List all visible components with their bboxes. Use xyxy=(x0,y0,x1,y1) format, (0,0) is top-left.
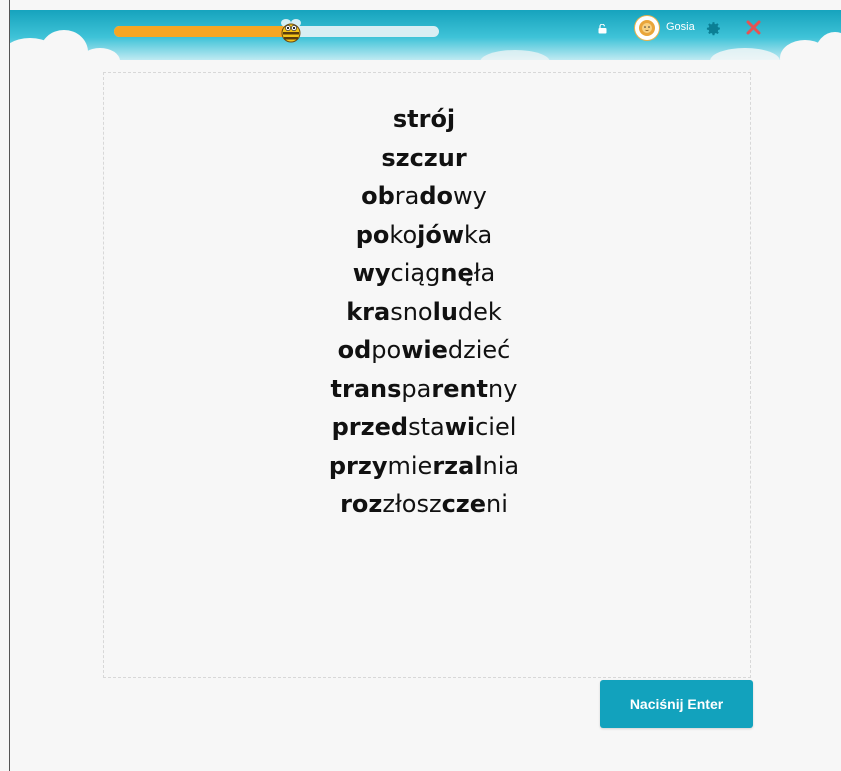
bold-syllable: do xyxy=(419,182,454,210)
word-item: obradowy xyxy=(0,177,841,216)
word-item: pokojówka xyxy=(0,216,841,255)
bold-syllable: cze xyxy=(441,490,487,518)
word-item: rozzłoszczeni xyxy=(0,485,841,524)
bold-syllable: po xyxy=(355,220,390,249)
plain-syllable: ni xyxy=(486,490,508,518)
plain-syllable: ny xyxy=(488,374,518,403)
bold-syllable: przy xyxy=(328,451,388,480)
plain-syllable: ko xyxy=(389,220,418,249)
word-item: przedstawiciel xyxy=(0,408,841,447)
word-item: wyciągnęła xyxy=(0,254,841,293)
plain-syllable: sno xyxy=(390,297,433,326)
lion-avatar-icon xyxy=(639,20,655,36)
bold-syllable: wy xyxy=(352,259,391,287)
plain-syllable: ra xyxy=(394,182,420,210)
progress-fill xyxy=(114,26,290,37)
word-item: krasnoludek xyxy=(0,293,841,332)
cloud-decoration xyxy=(815,32,841,60)
close-icon[interactable] xyxy=(746,20,761,35)
plain-syllable: dzieć xyxy=(447,336,511,364)
bold-syllable: nę xyxy=(440,259,474,287)
bold-syllable: rent xyxy=(431,374,489,403)
plain-syllable: dek xyxy=(457,297,502,326)
plain-syllable: złosz xyxy=(382,490,442,518)
bold-syllable: lu xyxy=(432,297,458,326)
plain-syllable: wy xyxy=(453,182,487,210)
plain-syllable: nia xyxy=(482,451,520,480)
user-name[interactable]: Gosia xyxy=(666,21,695,33)
bold-syllable: strój xyxy=(392,105,456,133)
bold-syllable: przed xyxy=(331,413,409,441)
bold-syllable: jów xyxy=(417,220,465,249)
bold-syllable: wi xyxy=(444,413,476,441)
bold-syllable: kra xyxy=(346,297,391,326)
word-item: strój xyxy=(0,100,841,139)
bold-syllable: szczur xyxy=(381,143,467,172)
cloud-decoration xyxy=(710,48,780,60)
plain-syllable: pa xyxy=(401,374,432,403)
syllable-word-list: strój szczur obradowy pokojówka wyciągnęła kr… xyxy=(0,100,841,524)
plain-syllable: ka xyxy=(464,220,493,249)
bee-icon xyxy=(281,19,301,43)
bold-syllable: trans xyxy=(330,374,402,403)
bold-syllable: wie xyxy=(401,336,448,364)
bold-syllable: ob xyxy=(361,182,395,210)
word-item: transparentny xyxy=(0,370,841,409)
progress-bar xyxy=(114,26,439,37)
unlock-icon[interactable] xyxy=(598,24,607,34)
cloud-decoration xyxy=(480,50,550,60)
press-enter-button[interactable]: Naciśnij Enter xyxy=(600,680,753,728)
bold-syllable: rzal xyxy=(432,451,483,480)
word-item: przymierzalnia xyxy=(0,447,841,486)
bold-syllable: od xyxy=(337,336,372,364)
bold-syllable: roz xyxy=(340,490,383,518)
plain-syllable: sta xyxy=(408,413,445,441)
avatar[interactable] xyxy=(635,16,659,40)
word-item: szczur xyxy=(0,139,841,178)
plain-syllable: ciel xyxy=(475,413,517,441)
gear-icon[interactable] xyxy=(705,20,722,37)
plain-syllable: ciąg xyxy=(390,259,441,287)
plain-syllable: ła xyxy=(473,259,496,287)
word-item: odpowiedzieć xyxy=(0,331,841,370)
plain-syllable: mie xyxy=(387,451,433,480)
plain-syllable: po xyxy=(371,336,402,364)
